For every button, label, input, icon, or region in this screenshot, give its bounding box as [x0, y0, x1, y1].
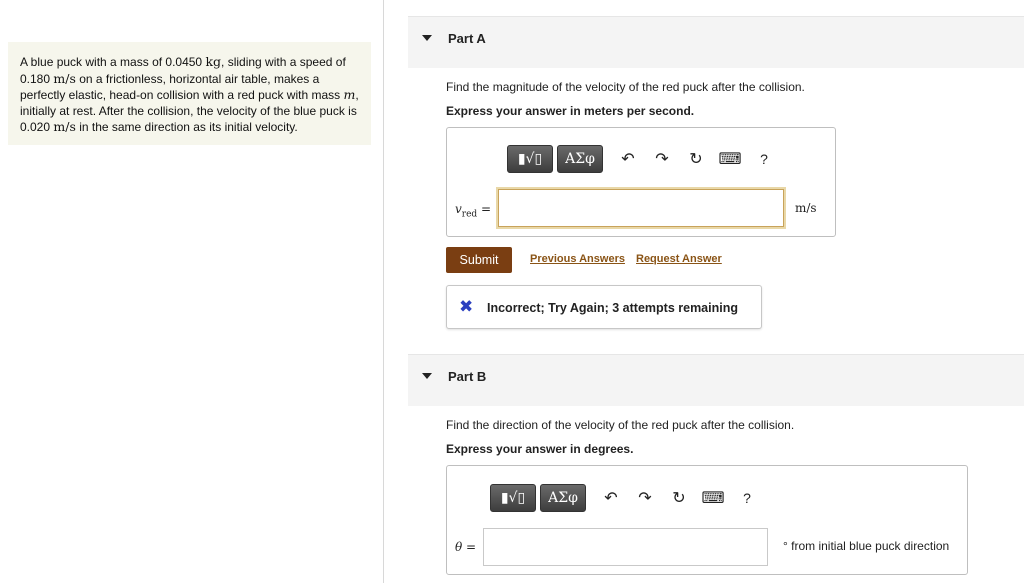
problem-text: A blue puck with a mass of 0.0450	[20, 55, 206, 69]
redo-icon[interactable]: ↷	[651, 148, 673, 170]
keyboard-icon[interactable]: ⌨	[701, 487, 724, 509]
problem-text: in the same direction as its initial vel…	[75, 120, 298, 135]
part-a-title: Part A	[448, 31, 486, 46]
templates-button[interactable]: ▮√▯	[507, 145, 553, 173]
part-a-answer-box: ▮√▯ ΑΣφ ↶ ↷ ↻ ⌨ ? vred = m/s	[446, 127, 836, 237]
previous-answers-link[interactable]: Previous Answers	[530, 253, 625, 265]
part-a-question: Find the magnitude of the velocity of th…	[446, 80, 805, 94]
var-subscript: red	[461, 209, 478, 220]
request-answer-link[interactable]: Request Answer	[636, 253, 722, 265]
collapse-triangle-icon[interactable]	[422, 35, 432, 41]
unit-label: m/s	[795, 201, 817, 215]
reset-icon[interactable]: ↻	[685, 148, 707, 170]
equals-sign: =	[462, 540, 477, 554]
part-b-title: Part B	[448, 369, 487, 384]
part-b-header[interactable]: Part B	[408, 354, 1024, 406]
part-a-header[interactable]: Part A	[408, 16, 1024, 68]
templates-button[interactable]: ▮√▯	[490, 484, 536, 512]
problem-statement: A blue puck with a mass of 0.0450 kg, sl…	[8, 42, 371, 145]
unit-label: ° from initial blue puck direction	[783, 539, 950, 553]
redo-icon[interactable]: ↷	[634, 487, 656, 509]
keyboard-icon[interactable]: ⌨	[718, 148, 741, 170]
collapse-triangle-icon[interactable]	[422, 373, 432, 379]
var-symbol: v	[455, 202, 462, 216]
greek-symbols-button[interactable]: ΑΣφ	[540, 484, 586, 512]
part-b-toolbar: ▮√▯ ΑΣφ ↶ ↷ ↻ ⌨ ?	[490, 484, 758, 512]
undo-icon[interactable]: ↶	[617, 148, 639, 170]
part-b-answer-box: ▮√▯ ΑΣφ ↶ ↷ ↻ ⌨ ? θ = ° from initial blu…	[446, 465, 968, 575]
part-a-instruction: Express your answer in meters per second…	[446, 104, 695, 118]
help-icon[interactable]: ?	[753, 148, 775, 170]
velocity-input[interactable]	[496, 187, 786, 229]
greek-symbols-button[interactable]: ΑΣφ	[557, 145, 603, 173]
angle-input[interactable]	[483, 528, 768, 566]
submit-button[interactable]: Submit	[446, 247, 512, 273]
unit-kg: kg	[205, 54, 222, 69]
parts-panel: Part A Find the magnitude of the velocit…	[408, 0, 1024, 583]
part-b-instruction: Express your answer in degrees.	[446, 442, 634, 456]
reset-icon[interactable]: ↻	[668, 487, 690, 509]
angle-label: θ =	[455, 540, 476, 554]
undo-icon[interactable]: ↶	[600, 487, 622, 509]
part-a-toolbar: ▮√▯ ΑΣφ ↶ ↷ ↻ ⌨ ?	[507, 145, 775, 173]
equals-sign: =	[477, 202, 492, 216]
incorrect-icon: ✖	[459, 297, 474, 316]
var-m: m	[343, 87, 356, 103]
feedback-message: Incorrect; Try Again; 3 attempts remaini…	[487, 301, 738, 315]
unit-ms: m/s	[53, 70, 76, 86]
help-icon[interactable]: ?	[736, 487, 758, 509]
problem-panel: A blue puck with a mass of 0.0450 kg, sl…	[0, 0, 384, 583]
part-b-question: Find the direction of the velocity of th…	[446, 418, 795, 432]
unit-ms: m/s	[53, 119, 76, 135]
velocity-label: vred =	[455, 202, 491, 219]
feedback-box: ✖ Incorrect; Try Again; 3 attempts remai…	[446, 285, 762, 329]
